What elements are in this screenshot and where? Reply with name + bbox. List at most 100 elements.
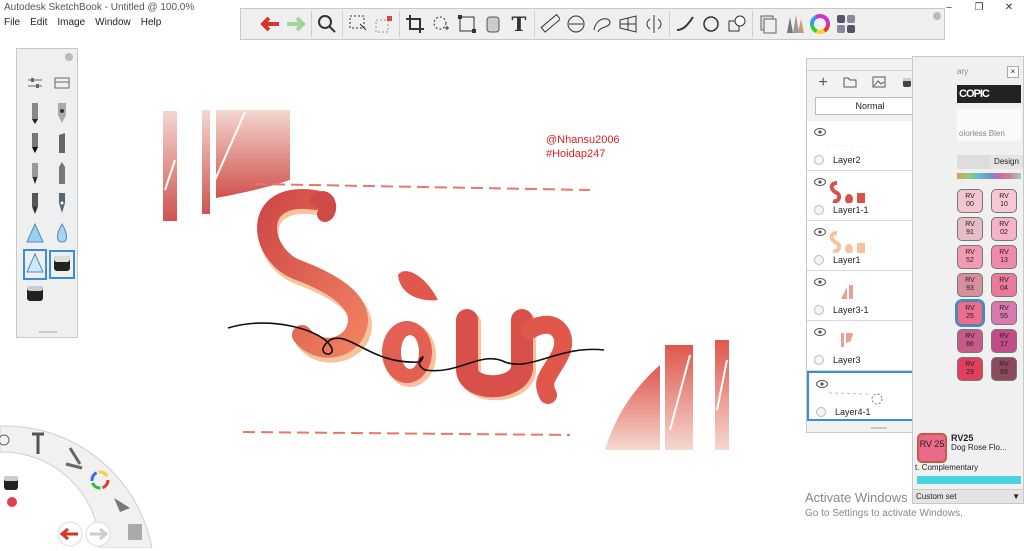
stroke-line-icon[interactable]: [672, 11, 698, 37]
copic-library-panel: ary × COPIC olorless Blen Design RV 00 RV 1…: [912, 56, 1024, 504]
layer-name: Layer1: [833, 255, 861, 265]
transform-select-icon[interactable]: [371, 11, 397, 37]
color-swatch[interactable]: RV 02: [991, 217, 1017, 241]
eye-icon[interactable]: [814, 327, 826, 339]
french-curve-icon[interactable]: [589, 11, 615, 37]
blur-icon[interactable]: [54, 222, 70, 247]
layer-radio[interactable]: [814, 255, 824, 265]
layer-radio[interactable]: [814, 355, 824, 365]
eye-icon[interactable]: [814, 177, 826, 189]
symmetry-icon[interactable]: [641, 11, 667, 37]
color-family-strip[interactable]: [957, 173, 1021, 179]
ruler-icon[interactable]: [537, 11, 563, 37]
ink-pen-icon[interactable]: [55, 101, 69, 128]
menu-file[interactable]: File: [4, 17, 20, 28]
layers-icon[interactable]: [833, 11, 859, 37]
blend-mode-select[interactable]: Normal▼: [815, 97, 925, 115]
bucket-icon[interactable]: [25, 283, 45, 306]
complementary-label: t. Complementary: [915, 463, 979, 472]
color-swatch[interactable]: RV 55: [991, 301, 1017, 325]
color-swatch[interactable]: RV 93: [957, 273, 983, 297]
menu-image[interactable]: Image: [57, 17, 85, 28]
color-swatch[interactable]: RV 25: [955, 299, 985, 327]
complementary-color-bar[interactable]: [917, 476, 1021, 484]
marker-icon[interactable]: [56, 161, 68, 188]
copic-close-button[interactable]: ×: [1007, 66, 1019, 78]
felt-pen-icon[interactable]: [29, 191, 41, 218]
redo-icon[interactable]: [283, 11, 309, 37]
color-wheel-icon[interactable]: [807, 11, 833, 37]
crop-icon[interactable]: [402, 11, 428, 37]
add-image-icon[interactable]: [872, 76, 886, 91]
swatch-family: RV: [965, 193, 975, 200]
brush-library-icon[interactable]: [781, 11, 807, 37]
toolbar-close-button[interactable]: [933, 12, 941, 20]
layer-radio[interactable]: [816, 407, 826, 417]
brush-palette-grip[interactable]: [39, 331, 57, 333]
color-swatch[interactable]: RV 17: [991, 329, 1017, 353]
circle-icon[interactable]: [698, 11, 724, 37]
swatch-number: 29: [966, 369, 974, 376]
color-swatch[interactable]: RV 69: [991, 357, 1017, 381]
calligraphy-pen-icon[interactable]: [55, 191, 69, 218]
close-button[interactable]: ✕: [994, 0, 1024, 16]
copic-library-icon[interactable]: [755, 11, 781, 37]
eye-icon[interactable]: [814, 227, 826, 239]
lagoon-ring: [0, 425, 153, 549]
restore-button[interactable]: ❐: [964, 0, 994, 16]
smear-icon[interactable]: [25, 222, 44, 247]
swatch-grid: RV 00 RV 10 RV 91 RV 02 RV 52 RV 13 RV 93 RV 04 RV 25 RV 55…: [955, 189, 1023, 381]
lagoon-menu: [0, 420, 160, 549]
layer-radio[interactable]: [814, 155, 824, 165]
layer-radio[interactable]: [814, 205, 824, 215]
airbrush-icon[interactable]: [29, 131, 41, 158]
perspective-icon[interactable]: [615, 11, 641, 37]
add-layer-icon[interactable]: +: [819, 74, 828, 92]
pencil-icon[interactable]: [29, 101, 41, 128]
swatch-number: 04: [1000, 285, 1008, 292]
tab-palette[interactable]: [957, 155, 990, 169]
text-icon[interactable]: T: [506, 11, 532, 37]
brush-palette-close-button[interactable]: [65, 53, 73, 61]
brush-library-icon[interactable]: [54, 77, 70, 92]
properties-icon[interactable]: [27, 77, 43, 92]
color-swatch[interactable]: RV 91: [957, 217, 983, 241]
eye-icon[interactable]: [816, 379, 828, 391]
soft-eraser-icon[interactable]: [48, 249, 75, 279]
eye-icon[interactable]: [814, 277, 826, 289]
swatch-family: RV: [999, 277, 1009, 284]
current-color-swatch[interactable]: RV 25: [917, 433, 947, 463]
toolbar-separator: [669, 11, 670, 37]
color-swatch[interactable]: RV 52: [957, 245, 983, 269]
fill-icon[interactable]: [480, 11, 506, 37]
menu-help[interactable]: Help: [141, 17, 162, 28]
undo-icon[interactable]: [257, 11, 283, 37]
menu-edit[interactable]: Edit: [30, 17, 47, 28]
shapes-icon[interactable]: [724, 11, 750, 37]
zoom-icon[interactable]: [314, 11, 340, 37]
swatch-number: 91: [966, 229, 974, 236]
color-swatch[interactable]: RV 66: [957, 329, 983, 353]
select-icon[interactable]: [345, 11, 371, 37]
ellipse-guide-icon[interactable]: [563, 11, 589, 37]
color-swatch[interactable]: RV 10: [991, 189, 1017, 213]
distort-icon[interactable]: [454, 11, 480, 37]
color-swatch[interactable]: RV 00: [957, 189, 983, 213]
colorless-blender[interactable]: olorless Blen: [957, 109, 1021, 141]
lasso-add-icon[interactable]: [428, 11, 454, 37]
color-swatch[interactable]: RV 04: [991, 273, 1017, 297]
layer-editor-grip[interactable]: [871, 427, 887, 429]
menu-window[interactable]: Window: [95, 17, 131, 28]
chevron-down-icon: ▼: [1012, 492, 1020, 501]
color-swatch[interactable]: RV 29: [957, 357, 983, 381]
brush-palette: [16, 48, 78, 338]
add-group-icon[interactable]: [843, 76, 857, 91]
chisel-marker-icon[interactable]: [56, 131, 68, 158]
tab-design[interactable]: Design: [990, 155, 1023, 169]
color-swatch[interactable]: RV 13: [991, 245, 1017, 269]
hard-eraser-icon[interactable]: [22, 248, 47, 280]
watermark-text: @Nhansu2006 #Hoidap247: [546, 133, 620, 161]
ballpoint-icon[interactable]: [29, 161, 41, 188]
layer-radio[interactable]: [814, 305, 824, 315]
eye-icon[interactable]: [814, 127, 826, 139]
